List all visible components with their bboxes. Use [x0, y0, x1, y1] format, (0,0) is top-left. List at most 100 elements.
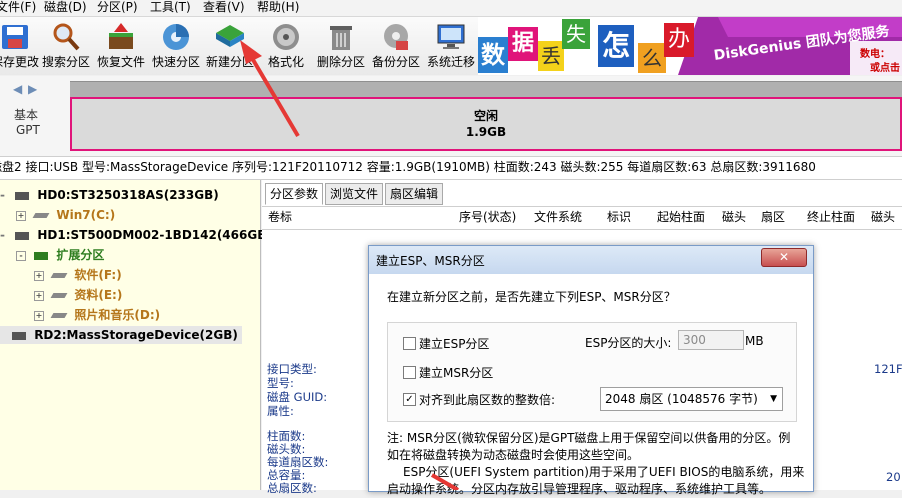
esp-checkbox[interactable]	[403, 337, 416, 350]
col-start-sector[interactable]: 扇区	[761, 208, 785, 226]
dialog-title-bar[interactable]: 建立ESP、MSR分区 ✕	[369, 246, 813, 274]
msr-checkbox-label[interactable]: 建立MSR分区	[419, 364, 493, 381]
tree-node-data[interactable]: + 资料(E:)	[34, 286, 122, 304]
dialog-question: 在建立新分区之前，是否先建立下列ESP、MSR分区？	[387, 290, 676, 304]
disk-tree: - HD0:ST3250318AS(233GB) + Win7(C:) - HD…	[0, 180, 272, 490]
chevron-down-icon: ▼	[770, 394, 777, 404]
esp-checkbox-label[interactable]: 建立ESP分区	[419, 335, 489, 352]
esp-size-label: ESP分区的大小:	[585, 336, 672, 350]
tab-partition-params[interactable]: 分区参数	[265, 183, 324, 205]
delete-partition-button[interactable]: 删除分区	[314, 21, 368, 73]
expand-icon[interactable]: +	[34, 270, 44, 281]
format-icon	[273, 24, 299, 50]
extended-partition-icon	[34, 251, 49, 260]
expand-icon[interactable]: +	[34, 310, 44, 321]
banner-char-1: 数	[478, 37, 508, 73]
tree-node-win7[interactable]: + Win7(C:)	[16, 206, 115, 224]
new-partition-icon	[216, 25, 244, 47]
quick-partition-icon	[163, 24, 189, 50]
disk-info-text: 磁盘2 接口:USB 型号:MassStorageDevice 序列号:121F…	[0, 160, 816, 174]
col-start-cylinder[interactable]: 起始柱面	[657, 208, 705, 226]
recover-file-icon	[109, 23, 133, 49]
esp-size-input[interactable]	[678, 330, 744, 350]
menu-bar: 文件(F) 磁盘(D) 分区(P) 工具(T) 查看(V) 帮助(H)	[0, 0, 902, 17]
partition-icon	[50, 313, 68, 318]
close-icon: ✕	[778, 250, 790, 264]
create-esp-msr-dialog: 建立ESP、MSR分区 ✕ 在建立新分区之前，是否先建立下列ESP、MSR分区？…	[368, 245, 814, 496]
partition-icon	[50, 293, 68, 298]
system-migrate-button[interactable]: 系统迁移	[424, 21, 478, 73]
prop-total-sectors: 总扇区数:	[267, 481, 317, 495]
col-flag[interactable]: 标识	[607, 208, 631, 226]
disk-type-label: 基本	[14, 108, 39, 122]
tree-node-hd1[interactable]: - HD1:ST500DM002-1BD142(466GB)	[0, 226, 272, 244]
save-button[interactable]: 保存更改	[0, 21, 42, 73]
col-end-head[interactable]: 磁头	[871, 208, 895, 226]
menu-view[interactable]: 查看(V)	[203, 0, 245, 15]
free-space-label: 空闲	[473, 109, 498, 123]
align-sectors-select[interactable]: 2048 扇区 (1048576 字节) ▼	[600, 387, 783, 411]
banner-click-hint: 或点击	[870, 63, 900, 74]
banner-char-3: 丢	[538, 41, 564, 71]
col-start-head[interactable]: 磁头	[722, 208, 746, 226]
partition-icon	[32, 213, 50, 218]
tree-node-rd2[interactable]: RD2:MassStorageDevice(2GB)	[0, 326, 242, 344]
tree-node-software[interactable]: + 软件(F:)	[34, 266, 122, 284]
serial-value-partial: 121F	[874, 362, 902, 376]
save-icon	[2, 25, 28, 49]
nav-right-icon[interactable]: ▶	[28, 82, 37, 96]
close-button[interactable]: ✕	[761, 248, 807, 267]
col-file-system[interactable]: 文件系统	[534, 208, 582, 226]
prop-model: 型号:	[267, 376, 294, 390]
align-checkbox-label[interactable]: 对齐到此扇区数的整数倍:	[419, 391, 555, 408]
tree-node-extended[interactable]: - 扩展分区	[16, 246, 104, 264]
format-button[interactable]: 格式化	[259, 21, 313, 73]
menu-help[interactable]: 帮助(H)	[257, 0, 299, 15]
tree-node-hd0[interactable]: - HD0:ST3250318AS(233GB)	[0, 186, 219, 204]
magnifier-icon	[53, 23, 80, 51]
note-line-3: ESP分区(UEFI System partition)用于采用了UEFI BI…	[403, 465, 805, 479]
col-volume-label[interactable]: 卷标	[268, 208, 292, 226]
expand-icon[interactable]: +	[16, 210, 26, 221]
col-end-cylinder[interactable]: 终止柱面	[807, 208, 855, 226]
menu-file[interactable]: 文件(F)	[0, 0, 36, 15]
expand-icon[interactable]: -	[0, 228, 5, 242]
disk-style-label: GPT	[16, 123, 40, 137]
partition-icon	[50, 273, 68, 278]
expand-icon[interactable]: +	[34, 290, 44, 301]
expand-icon[interactable]: -	[0, 188, 5, 202]
harddisk-icon	[12, 331, 26, 340]
prop-disk-guid: 磁盘 GUID:	[267, 390, 328, 404]
tree-node-photos[interactable]: + 照片和音乐(D:)	[34, 306, 160, 324]
dialog-note: 注: MSR分区(微软保留分区)是GPT磁盘上用于保留空间以供备用的分区。例 如…	[387, 430, 804, 498]
msr-checkbox[interactable]	[403, 366, 416, 379]
expand-icon[interactable]: -	[16, 250, 26, 261]
menu-tools[interactable]: 工具(T)	[150, 0, 191, 15]
align-checkbox[interactable]: ✓	[403, 393, 416, 406]
trash-icon	[330, 26, 352, 50]
quick-partition-button[interactable]: 快速分区	[149, 21, 203, 73]
col-index-status[interactable]: 序号(状态)	[459, 208, 516, 226]
nav-left-icon[interactable]: ◀	[13, 82, 22, 96]
tab-browse-files[interactable]: 浏览文件	[325, 183, 384, 205]
note-line-2: 如在将磁盘转换为动态磁盘时会使用这些空间。	[387, 448, 640, 462]
menu-partition[interactable]: 分区(P)	[97, 0, 138, 15]
search-partition-button[interactable]: 搜索分区	[39, 21, 93, 73]
recover-file-button[interactable]: 恢复文件	[94, 21, 148, 73]
banner-char-7: 办	[664, 23, 694, 57]
backup-partition-button[interactable]: 备份分区	[369, 21, 423, 73]
new-partition-button[interactable]: 新建分区	[203, 21, 257, 73]
backup-icon	[384, 24, 408, 50]
esp-size-unit: MB	[745, 334, 764, 348]
banner-char-6: 么	[638, 43, 666, 73]
align-select-value: 2048 扇区 (1048576 字节)	[605, 392, 758, 406]
value-partial: 20	[886, 470, 901, 484]
free-space-block[interactable]: 空闲 1.9GB	[70, 97, 902, 151]
prop-interface-type: 接口类型:	[267, 362, 317, 376]
menu-disk[interactable]: 磁盘(D)	[44, 0, 87, 15]
tab-sector-editor[interactable]: 扇区编辑	[385, 183, 444, 205]
toolbar: 保存更改 搜索分区 恢复文件 快速分区 新建分区 格式化 删除分区 备份分区 系…	[0, 17, 478, 75]
dialog-title: 建立ESP、MSR分区	[376, 254, 485, 268]
disk-map: ◀ ▶ 基本 GPT 空闲 1.9GB	[0, 76, 902, 157]
promo-banner[interactable]: 数 据 丢 失 怎 么 办 DiskGenius 团队为您服务 数电： 或点击	[478, 17, 902, 75]
